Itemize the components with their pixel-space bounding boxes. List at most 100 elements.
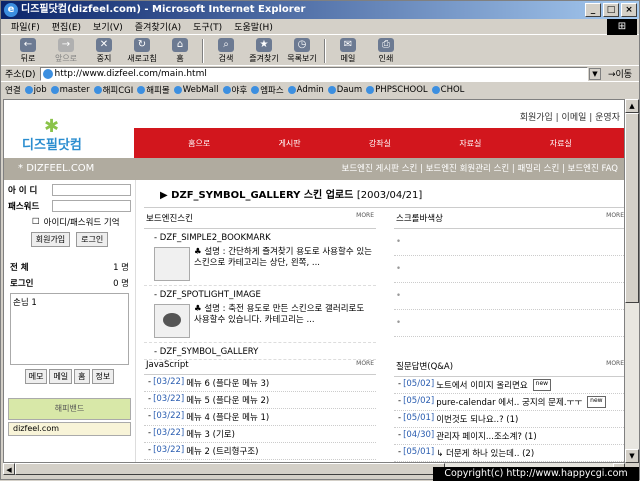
- scroll-up-icon[interactable]: ▲: [625, 99, 639, 113]
- title-bar[interactable]: e 디즈필닷컴(dizfeel.com) - Microsoft Interne…: [1, 1, 639, 19]
- page-title[interactable]: ▶ DZF_SYMBOL_GALLERY 스킨 업로드 [2003/04/21]: [144, 186, 624, 208]
- forward-button[interactable]: → 앞으로: [47, 37, 85, 64]
- close-button[interactable]: ×: [621, 3, 637, 17]
- home-icon: ⌂: [172, 37, 188, 52]
- favorites-button[interactable]: ★ 즐겨찾기: [245, 37, 283, 64]
- list-item[interactable]: - [05/02] 노트에서 이미지 올리면요 new: [394, 377, 624, 394]
- link-chol[interactable]: CHOL: [431, 85, 464, 95]
- menu-bar: 파일(F) 편집(E) 보기(V) 즐겨찾기(A) 도구(T) 도움말(H) ⊞: [1, 19, 639, 35]
- banner-happyband[interactable]: 해피밴드: [8, 398, 131, 420]
- back-button[interactable]: ← 뒤로: [9, 37, 47, 64]
- address-input[interactable]: http://www.dizfeel.com/main.html: [39, 66, 588, 81]
- list-item[interactable]: - [03/22] 메뉴 3 (기로): [144, 426, 376, 443]
- list-item[interactable]: - DZF_SIMPLE2_BOOKMARK ♣ 설명 : 간단하게 즐겨찾기 …: [144, 229, 376, 286]
- info-button[interactable]: 정보: [91, 369, 115, 384]
- menu-edit[interactable]: 편집(E): [52, 20, 81, 33]
- bullet-row: •: [394, 310, 624, 337]
- list-item[interactable]: - [05/01] ↳ 더문게 하나 있는데.. (2): [394, 445, 624, 462]
- join-button[interactable]: 회원가입: [30, 232, 71, 247]
- toolbar: ← 뒤로 → 앞으로 ✕ 중지 ↻ 새로고침 ⌂ 홈 ⌕ 검색 ★ 즐겨찾기 ◷ 목록보기 ✉ 메…: [1, 36, 639, 66]
- id-input[interactable]: [52, 184, 131, 196]
- go-button[interactable]: →이동: [601, 67, 639, 80]
- menu-tools[interactable]: 도구(T): [193, 20, 222, 33]
- hscroll-thumb[interactable]: [15, 463, 445, 475]
- remember-label: 아이디/패스워드 기억: [43, 218, 120, 228]
- link-daum[interactable]: Daum: [327, 85, 362, 95]
- list-item[interactable]: - [05/01] 이번것도 되나요..? (1): [394, 411, 624, 428]
- remember-checkbox[interactable]: ☐: [32, 217, 40, 227]
- nav-home[interactable]: 홈으로: [188, 138, 210, 149]
- memo-button[interactable]: 메모: [24, 369, 48, 384]
- link-webmall[interactable]: WebMall: [173, 85, 219, 95]
- skin-thumbnail[interactable]: [154, 247, 190, 281]
- menu-favorites[interactable]: 즐겨찾기(A): [135, 20, 181, 33]
- address-dropdown-icon[interactable]: ▼: [589, 67, 601, 80]
- top-links[interactable]: 회원가입 | 이메일 | 운영자: [520, 110, 620, 123]
- sub-nav[interactable]: 보드엔진 게시판 스킨 | 보드엔진 회원관리 스킨 | 패밀리 스킨 | 보드…: [134, 158, 624, 180]
- link-icon: [93, 86, 102, 94]
- link-icon: [431, 86, 440, 94]
- scroll-left-icon[interactable]: ◀: [3, 463, 15, 475]
- print-button[interactable]: ⎙ 인쇄: [367, 37, 405, 64]
- list-item[interactable]: - [03/22] 메뉴 5 (플다운 메뉴 2): [144, 392, 376, 409]
- nav-lecture[interactable]: 강좌실: [369, 138, 391, 149]
- mail-button[interactable]: ✉ 메일: [329, 37, 367, 64]
- list-item[interactable]: - [03/22] 메뉴 6 (플다운 메뉴 3): [144, 375, 376, 392]
- skin-thumbnail[interactable]: [154, 304, 190, 338]
- stop-button[interactable]: ✕ 중지: [85, 37, 123, 64]
- more-link[interactable]: MORE: [356, 212, 374, 224]
- scroll-thumb[interactable]: [625, 113, 639, 303]
- link-empas[interactable]: 엠파스: [251, 84, 284, 96]
- scroll-down-icon[interactable]: ▼: [625, 449, 639, 463]
- more-link[interactable]: MORE: [606, 360, 624, 372]
- main-area: ▶ DZF_SYMBOL_GALLERY 스킨 업로드 [2003/04/21]…: [144, 180, 624, 462]
- list-item[interactable]: - [03/22] 메뉴 2 (트리형구조): [144, 443, 376, 460]
- refresh-icon: ↻: [134, 37, 150, 52]
- home-button[interactable]: ⌂ 홈: [161, 37, 199, 64]
- vertical-scrollbar[interactable]: ▲ ▼: [625, 99, 639, 463]
- main-nav: 홈으로 게시판 강좌실 자료실 자료실: [134, 128, 624, 158]
- link-icon: [173, 86, 182, 94]
- scrollbar-section: 스크롤바색상 MORE • • • •: [394, 210, 624, 337]
- link-yahoo[interactable]: 야후: [222, 84, 247, 96]
- browser-window: e 디즈필닷컴(dizfeel.com) - Microsoft Interne…: [0, 0, 640, 481]
- link-master[interactable]: master: [50, 85, 90, 95]
- scrollbar-heading: 스크롤바색상: [396, 214, 443, 224]
- list-item[interactable]: - DZF_SPOTLIGHT_IMAGE ♣ 설명 : 축전 용도로 만든 스…: [144, 286, 376, 343]
- list-item[interactable]: - [03/22] 메뉴 4 (플다운 메뉴 1): [144, 409, 376, 426]
- nav-resources[interactable]: 자료실: [459, 138, 481, 149]
- maximize-button[interactable]: □: [603, 3, 619, 17]
- home-site-button[interactable]: 홈: [74, 369, 90, 384]
- link-admin[interactable]: Admin: [287, 85, 324, 95]
- bullet-row: •: [394, 229, 624, 256]
- nav-board[interactable]: 게시판: [279, 138, 301, 149]
- password-input[interactable]: [52, 200, 131, 212]
- link-happycgi[interactable]: 해피CGI: [93, 84, 133, 96]
- forward-icon: →: [58, 37, 74, 52]
- bullet-row: •: [394, 256, 624, 283]
- more-link[interactable]: MORE: [606, 212, 624, 224]
- link-happymall[interactable]: 해피몰: [137, 84, 170, 96]
- menu-help[interactable]: 도움말(H): [234, 20, 273, 33]
- menu-file[interactable]: 파일(F): [11, 20, 40, 33]
- nav-resources-2[interactable]: 자료실: [550, 138, 572, 149]
- login-button[interactable]: 로그인: [76, 232, 109, 247]
- search-button[interactable]: ⌕ 검색: [207, 37, 245, 64]
- list-item[interactable]: - [05/02] pure-calendar 에서.. 궁지의 문제.ㅜㅜ new: [394, 394, 624, 411]
- back-icon: ←: [20, 37, 36, 52]
- more-link[interactable]: MORE: [356, 360, 374, 370]
- site-logo[interactable]: ✱ 디즈필닷컴 * DIZFEEL.COM: [4, 100, 136, 180]
- pw-label: 패스워드: [8, 202, 40, 212]
- mail-site-button[interactable]: 메일: [49, 369, 73, 384]
- banner-dizfeel[interactable]: dizfeel.com: [8, 422, 131, 436]
- ie-icon: e: [4, 3, 18, 17]
- board-skin-section: 보드엔진스킨 MORE - DZF_SIMPLE2_BOOKMARK ♣ 설명 :…: [144, 210, 376, 360]
- refresh-button[interactable]: ↻ 새로고침: [123, 37, 161, 64]
- list-item[interactable]: - [04/30] 관리자 페이지...조소계? (1): [394, 428, 624, 445]
- link-job[interactable]: job: [24, 85, 47, 95]
- link-phpschool[interactable]: PHPSCHOOL: [366, 85, 428, 95]
- menu-view[interactable]: 보기(V): [93, 20, 123, 33]
- link-icon: [327, 86, 336, 94]
- history-button[interactable]: ◷ 목록보기: [283, 37, 321, 64]
- minimize-button[interactable]: _: [585, 3, 601, 17]
